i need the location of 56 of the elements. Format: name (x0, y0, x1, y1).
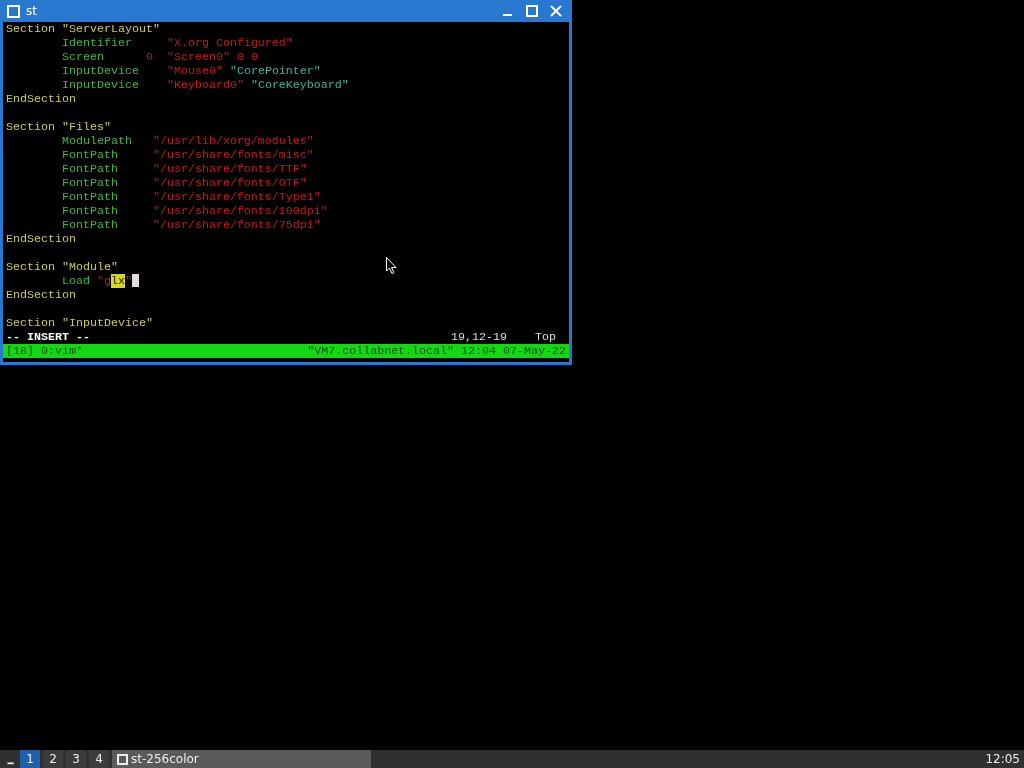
host-clock: "VM7.collabnet.local" 12:04 07-May-22 (307, 344, 566, 358)
code-string: "/usr/share/fonts/100dpi" (152, 204, 328, 218)
code-option: InputDevice (62, 64, 167, 78)
code-string: "Mouse0" (166, 64, 224, 78)
code-option: FontPath (62, 176, 153, 190)
code-keyword: "Module" (61, 260, 118, 274)
code-keyword: "Files" (61, 120, 111, 134)
code-keyword: EndSection (6, 288, 76, 302)
code-string: "Screen0" 0 0 (166, 50, 258, 64)
task-button[interactable]: st-256color (112, 750, 371, 768)
workspace-tab[interactable]: 4 (89, 750, 109, 768)
window-icon (117, 753, 128, 765)
scroll-position: Top (535, 330, 557, 344)
code-value: "CoreKeyboard" (250, 78, 349, 92)
code-option: Screen (62, 50, 146, 64)
window-title: st (26, 4, 38, 18)
code-string: 0 (145, 50, 154, 64)
code-keyword: "ServerLayout" (61, 22, 160, 36)
clock: 12:05 (985, 751, 1021, 768)
code-string: "/usr/share/fonts/OTF" (152, 176, 307, 190)
workspace-tab[interactable]: 3 (66, 750, 86, 768)
code-string: "/usr/lib/xorg/modules" (152, 134, 314, 148)
workspace-tab[interactable]: 1 (20, 750, 40, 768)
mode-indicator: -- INSERT -- (6, 330, 91, 344)
code-option: FontPath (62, 190, 153, 204)
workspace-tab[interactable]: 2 (43, 750, 63, 768)
code-keyword: Section (6, 260, 56, 274)
code-string: "/usr/share/fonts/misc" (152, 148, 314, 162)
code-option: ModulePath (62, 134, 153, 148)
code-keyword: Section (6, 120, 56, 134)
code-string: "/usr/share/fonts/Type1" (152, 190, 321, 204)
code-string: "Keyboard0" (166, 78, 245, 92)
code-keyword: EndSection (6, 92, 76, 106)
code-option: FontPath (62, 204, 153, 218)
code-keyword: Section (6, 316, 56, 330)
code-keyword: "InputDevice" (61, 316, 153, 330)
code-string: "/usr/share/fonts/TTF" (152, 162, 307, 176)
code-string: "/usr/share/fonts/75dpi" (152, 218, 321, 232)
code-string: "X.org Configured" (166, 36, 293, 50)
code-value: "CorePointer" (229, 64, 321, 78)
code-option: Identifier (62, 36, 167, 50)
code-option: Load (62, 274, 97, 288)
code-keyword: Section (6, 22, 56, 36)
code-string: "g (97, 274, 111, 288)
code-option: FontPath (62, 162, 153, 176)
mouse-pointer-icon (386, 257, 397, 274)
maximize-button[interactable] (523, 2, 541, 20)
code-option: FontPath (62, 148, 153, 162)
code-option: InputDevice (62, 78, 167, 92)
code-keyword: EndSection (6, 232, 76, 246)
window-icon (7, 4, 20, 18)
cursor-position: 19,12-19 (451, 330, 508, 344)
code-option: FontPath (62, 218, 153, 232)
search-match: lx (111, 274, 125, 288)
window-list: [18] 0:vim* (6, 344, 83, 358)
code-string: " (125, 274, 132, 288)
